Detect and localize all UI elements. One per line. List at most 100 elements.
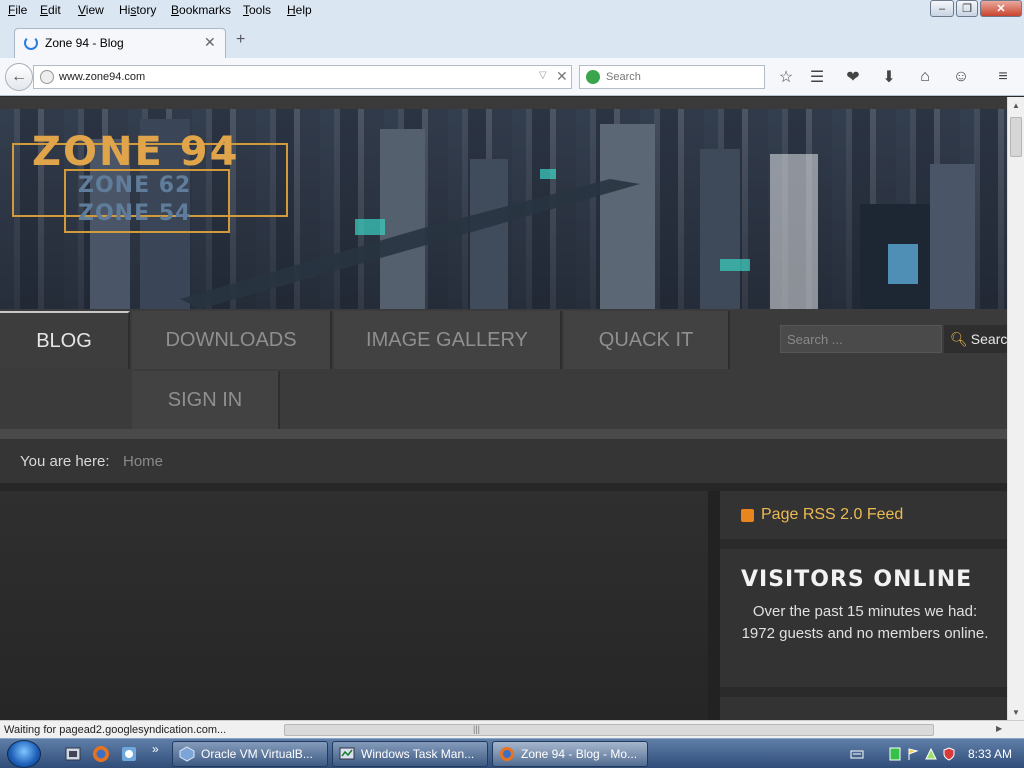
breadcrumb-home: Home xyxy=(123,453,164,470)
menu-history[interactable]: History xyxy=(119,3,156,17)
scroll-grip-icon: ||| xyxy=(473,724,481,734)
more-quicklaunch-icon[interactable]: » xyxy=(152,742,159,756)
search-icon: 🔍︎ xyxy=(950,330,968,347)
menu-file[interactable]: File xyxy=(8,3,27,17)
menu-bookmarks[interactable]: Bookmarks xyxy=(171,3,231,17)
pocket-icon[interactable]: ❤ xyxy=(842,66,864,88)
divider-band-2 xyxy=(0,483,1007,491)
site-search-button-label: Search xyxy=(970,331,1007,347)
search-engine-icon[interactable] xyxy=(586,70,600,84)
visitors-online-module: VISITORS ONLINE Over the past 15 minutes… xyxy=(720,549,1007,687)
rss-feed-link[interactable]: Page RSS 2.0 Feed xyxy=(761,506,903,524)
tray-clock[interactable]: 8:33 AM xyxy=(968,747,1012,761)
menu-bar: File Edit View History Bookmarks Tools H… xyxy=(0,0,1024,22)
site-identity-icon[interactable] xyxy=(40,70,54,84)
hamburger-menu-icon[interactable]: ≡ xyxy=(992,66,1014,88)
security-shield-tray-icon[interactable] xyxy=(942,747,956,761)
site-logo-sub2: ZONE 54 xyxy=(78,201,192,226)
scroll-up-arrow-icon[interactable]: ▲ xyxy=(1008,97,1024,113)
stop-loading-icon[interactable]: ✕ xyxy=(556,68,568,85)
url-text[interactable]: www.zone94.com xyxy=(59,71,145,83)
site-banner[interactable]: ZONE 94 ZONE 62 ZONE 54 xyxy=(0,109,1007,309)
keyboard-tray-icon[interactable] xyxy=(850,747,864,761)
status-bar: Waiting for pagead2.googlesyndication.co… xyxy=(0,720,1024,738)
close-icon: ✕ xyxy=(996,3,1006,15)
nav-quack-it[interactable]: QUACK IT xyxy=(564,311,730,369)
vertical-scroll-thumb[interactable] xyxy=(1010,117,1022,157)
task-label: Zone 94 - Blog - Mo... xyxy=(521,747,638,761)
rss-icon[interactable] xyxy=(741,509,754,522)
browser-search-box[interactable]: Search xyxy=(579,65,765,89)
nav-sign-in[interactable]: SIGN IN xyxy=(132,371,280,429)
browser-quicklaunch-icon[interactable] xyxy=(120,745,138,763)
back-arrow-icon: ← xyxy=(11,68,27,85)
bookmarks-list-icon[interactable]: ☰ xyxy=(806,66,828,88)
task-label: Oracle VM VirtualB... xyxy=(201,747,313,761)
firefox-icon xyxy=(500,747,514,761)
status-text: Waiting for pagead2.googlesyndication.co… xyxy=(4,724,227,736)
divider-band xyxy=(0,429,1007,439)
start-button[interactable] xyxy=(7,740,41,768)
menu-accelerator: s xyxy=(130,3,137,17)
new-tab-button[interactable]: + xyxy=(236,31,245,49)
vertical-scrollbar[interactable]: ▲ ▼ xyxy=(1007,97,1024,720)
menu-accelerator: E xyxy=(40,3,49,17)
network-tray-icon[interactable] xyxy=(888,747,902,761)
site-logo-title[interactable]: ZONE 94 xyxy=(32,129,239,175)
breadcrumb-label: You are here: xyxy=(20,453,110,470)
horizontal-scroll-thumb[interactable]: ||| xyxy=(284,724,934,736)
menu-accelerator: B xyxy=(171,3,180,17)
page-viewport: ZONE 94 ZONE 62 ZONE 54 BLOG DOWNLOADS I… xyxy=(0,97,1007,720)
menu-accelerator: V xyxy=(78,3,86,17)
sidebar-gutter xyxy=(708,491,720,720)
minimize-icon: – xyxy=(938,2,946,15)
menu-accelerator: T xyxy=(243,3,249,17)
hello-chat-icon[interactable]: ☺ xyxy=(950,66,972,88)
task-task-manager[interactable]: Windows Task Man... xyxy=(332,741,488,767)
menu-view[interactable]: View xyxy=(78,3,104,17)
downloads-icon[interactable]: ⬇ xyxy=(878,66,900,88)
url-history-dropdown-icon[interactable]: ▽ xyxy=(539,70,547,81)
tab-title: Zone 94 - Blog xyxy=(45,36,124,50)
firefox-quicklaunch-icon[interactable] xyxy=(92,745,110,763)
back-button[interactable]: ← xyxy=(5,63,33,91)
url-bar[interactable]: www.zone94.com ▽ ✕ xyxy=(33,65,572,89)
flag-tray-icon[interactable] xyxy=(906,747,920,761)
site-search-input[interactable]: Search ... xyxy=(780,325,942,353)
connection-tray-icon[interactable] xyxy=(924,747,938,761)
site-search-button[interactable]: 🔍︎ Search xyxy=(944,325,1007,353)
rss-feed-module: Page RSS 2.0 Feed xyxy=(720,491,1007,539)
horizontal-scrollbar[interactable]: ||| xyxy=(284,723,1008,737)
nav-image-gallery[interactable]: IMAGE GALLERY xyxy=(334,311,562,369)
restore-button[interactable]: ❐ xyxy=(956,0,978,17)
search-placeholder: Search xyxy=(606,71,641,83)
media-center-icon[interactable] xyxy=(64,745,82,763)
next-sidebar-module xyxy=(720,697,1007,720)
tab-close-icon[interactable]: ✕ xyxy=(204,34,216,51)
loading-spinner-icon xyxy=(24,36,38,50)
breadcrumb: You are here: Home xyxy=(0,439,1007,483)
bookmark-star-icon[interactable]: ☆ xyxy=(775,66,797,88)
virtualbox-icon xyxy=(179,746,195,762)
task-label: Windows Task Man... xyxy=(361,747,475,761)
visitors-online-title: VISITORS ONLINE xyxy=(741,567,973,592)
taskbar: » Oracle VM VirtualB... Windows Task Man… xyxy=(0,738,1024,768)
close-window-button[interactable]: ✕ xyxy=(980,0,1022,17)
nav-downloads[interactable]: DOWNLOADS xyxy=(132,311,332,369)
scroll-right-arrow-icon[interactable]: ▶ xyxy=(996,724,1002,733)
site-search-placeholder: Search ... xyxy=(787,332,843,347)
task-manager-icon xyxy=(339,747,355,760)
task-virtualbox[interactable]: Oracle VM VirtualB... xyxy=(172,741,328,767)
minimize-button[interactable]: – xyxy=(930,0,954,17)
menu-edit[interactable]: Edit xyxy=(40,3,61,17)
nav-blog[interactable]: BLOG xyxy=(0,311,130,369)
scroll-down-arrow-icon[interactable]: ▼ xyxy=(1008,704,1024,720)
site-logo-sub1: ZONE 62 xyxy=(78,173,192,198)
menu-tools[interactable]: Tools xyxy=(243,3,271,17)
tab-zone94-blog[interactable]: Zone 94 - Blog ✕ xyxy=(14,28,226,58)
home-icon[interactable]: ⌂ xyxy=(914,66,936,88)
visitors-online-text: Over the past 15 minutes we had: 1972 gu… xyxy=(741,603,989,642)
top-strip xyxy=(0,97,1007,109)
menu-help[interactable]: Help xyxy=(287,3,312,17)
task-firefox-zone94[interactable]: Zone 94 - Blog - Mo... xyxy=(492,741,648,767)
